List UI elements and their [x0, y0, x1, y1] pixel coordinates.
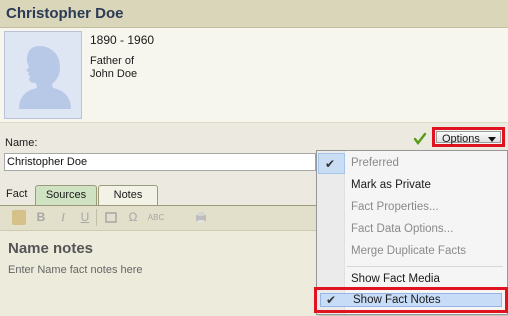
- menu-item-merge-duplicates[interactable]: Merge Duplicate Facts: [317, 241, 507, 262]
- clear-format-icon[interactable]: [104, 210, 118, 225]
- menu-item-label: Fact Data Options...: [351, 223, 454, 235]
- toolbar-divider: [96, 209, 97, 226]
- underline-icon[interactable]: U: [78, 210, 92, 225]
- notes-placeholder[interactable]: Enter Name fact notes here: [8, 264, 143, 276]
- relationship: Father of John Doe: [90, 55, 137, 81]
- menu-item-label: Mark as Private: [351, 179, 431, 191]
- title-bar: Christopher Doe: [0, 0, 508, 28]
- menu-item-fact-properties[interactable]: Fact Properties...: [317, 197, 507, 218]
- check-icon: ✔: [326, 293, 337, 307]
- person-summary: 1890 - 1960 Father of John Doe: [0, 28, 508, 123]
- tab-sources[interactable]: Sources: [35, 185, 97, 205]
- spellcheck-icon[interactable]: ABC: [146, 210, 166, 225]
- menu-item-show-fact-notes[interactable]: ✔ Show Fact Notes: [314, 287, 508, 313]
- special-char-icon[interactable]: Ω: [126, 210, 140, 225]
- menu-item-label: Preferred: [351, 157, 399, 169]
- menu-item-label: Show Fact Notes: [353, 294, 441, 306]
- check-icon: [413, 132, 427, 145]
- menu-item-label: Merge Duplicate Facts: [351, 245, 467, 257]
- menu-item-preferred[interactable]: Preferred: [317, 153, 507, 174]
- tab-notes[interactable]: Notes: [98, 185, 158, 205]
- person-name-title: Christopher Doe: [6, 5, 124, 22]
- print-icon[interactable]: [194, 210, 208, 225]
- menu-item-mark-private[interactable]: Mark as Private: [317, 175, 507, 196]
- options-button[interactable]: Options: [432, 127, 505, 147]
- fact-tab-label[interactable]: Fact: [6, 188, 27, 200]
- bold-icon[interactable]: B: [34, 210, 48, 225]
- name-field[interactable]: [4, 153, 316, 171]
- lock-icon[interactable]: [12, 210, 26, 225]
- silhouette-icon: [19, 46, 71, 109]
- menu-item-fact-data-options[interactable]: Fact Data Options...: [317, 219, 507, 240]
- avatar[interactable]: [4, 31, 82, 119]
- menu-item-label: Fact Properties...: [351, 201, 439, 213]
- relationship-line-1: Father of: [90, 55, 135, 67]
- options-label: Options: [442, 133, 480, 145]
- chevron-down-icon: [488, 137, 496, 142]
- life-dates: 1890 - 1960: [90, 33, 155, 47]
- italic-icon[interactable]: I: [56, 210, 70, 225]
- relationship-line-2: John Doe: [90, 68, 138, 80]
- menu-separator: [347, 266, 503, 267]
- notes-heading: Name notes: [8, 240, 94, 257]
- name-label: Name:: [5, 137, 38, 149]
